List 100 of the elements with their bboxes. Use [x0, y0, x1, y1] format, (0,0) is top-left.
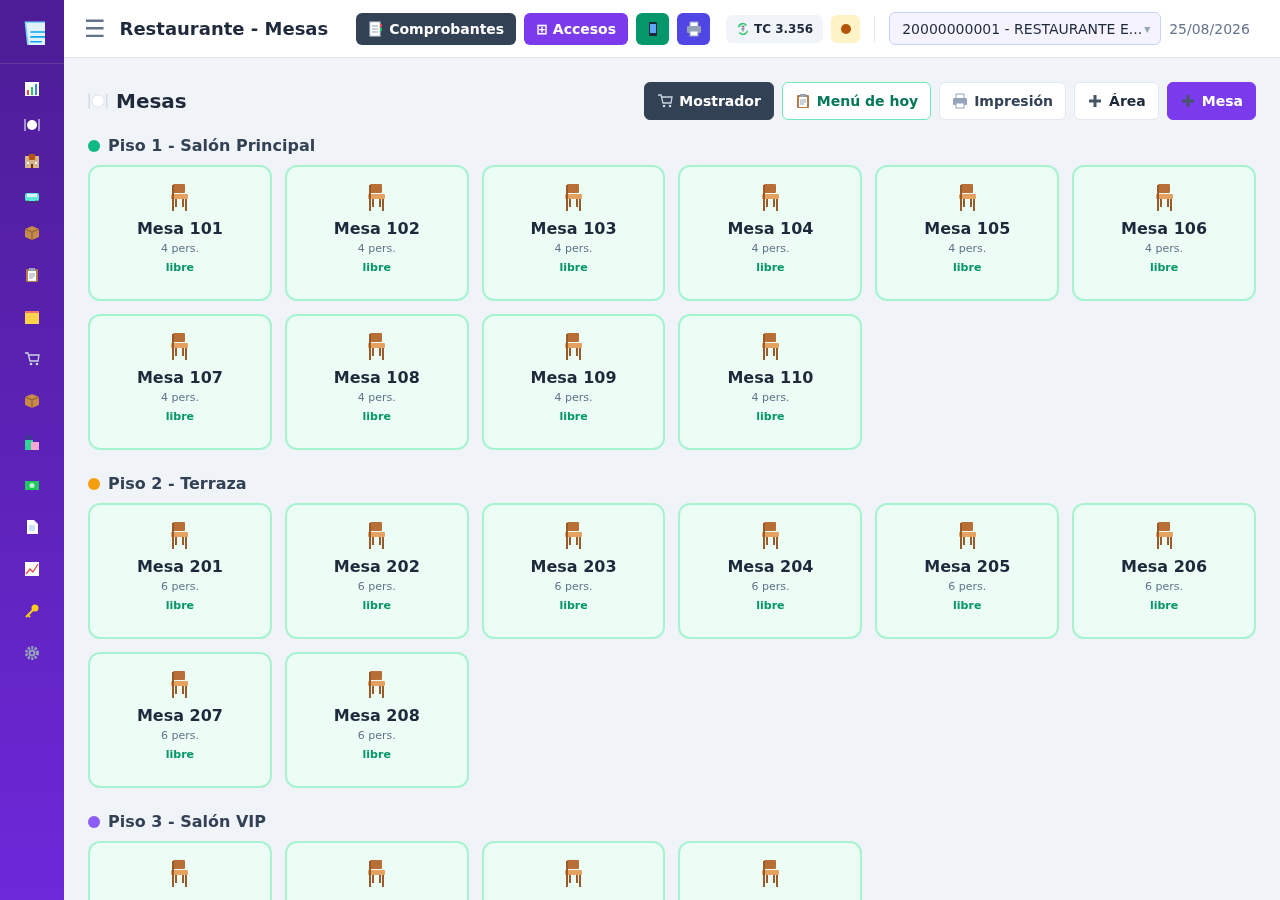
- caret-icon: ▾: [1144, 21, 1151, 36]
- table-name: Mesa 103: [530, 219, 617, 238]
- status-text: libre: [165, 748, 195, 761]
- key-icon[interactable]: [24, 603, 40, 619]
- table-name: Mesa 207: [136, 706, 223, 725]
- menu-today-button[interactable]: Menú de hoy: [781, 82, 932, 120]
- table-name: Mesa 203: [530, 557, 617, 576]
- capacity-text: 6 pers.: [357, 580, 396, 593]
- status-text: libre: [559, 599, 588, 612]
- table-name: Mesa 206: [1121, 557, 1208, 576]
- table-card[interactable]: Mesa 202 6 pers. libre: [284, 503, 469, 639]
- table-card[interactable]: Mesa 204 6 pers. libre: [678, 503, 863, 639]
- cart-icon: [657, 93, 674, 109]
- building-icon[interactable]: [24, 153, 40, 169]
- table-card[interactable]: Mesa 208 6 pers. libre: [284, 652, 469, 788]
- plate-icon[interactable]: [24, 117, 40, 133]
- table-card[interactable]: Mesa 105 4 pers. libre: [875, 165, 1060, 301]
- box-icon[interactable]: [24, 393, 40, 409]
- status-text: libre: [559, 410, 588, 423]
- status-text: libre: [1149, 261, 1179, 274]
- status-text: libre: [559, 261, 588, 274]
- phone-button[interactable]: [636, 12, 670, 45]
- table-card[interactable]: Mesa 205 6 pers. libre: [875, 503, 1060, 639]
- exchange-rate: TC 3.356: [754, 21, 814, 36]
- capacity-text: 6 pers.: [948, 580, 987, 593]
- table-card[interactable]: Mesa 207 6 pers. libre: [88, 652, 272, 788]
- status-text: libre: [756, 599, 785, 612]
- table-name: Mesa 205: [924, 557, 1011, 576]
- status-text: libre: [1149, 599, 1179, 612]
- capacity-text: 4 pers.: [948, 242, 987, 255]
- table-card[interactable]: Mesa 103 4 pers. libre: [481, 165, 666, 301]
- plus-icon: [1179, 93, 1196, 109]
- print-button[interactable]: Impresión: [939, 82, 1067, 120]
- table-card[interactable]: Mesa 106 4 pers. libre: [1072, 165, 1256, 301]
- status-text: libre: [756, 261, 785, 274]
- settings-icon[interactable]: [24, 645, 40, 661]
- table-name: Mesa 104: [727, 219, 814, 238]
- table-name: Mesa 107: [136, 368, 223, 387]
- table-name: Mesa 108: [333, 368, 420, 387]
- capacity-text: 4 pers.: [554, 242, 593, 255]
- capacity-text: 4 pers.: [357, 242, 396, 255]
- capacity-text: 6 pers.: [357, 729, 396, 742]
- shortcuts-button[interactable]: ⊞ Accesos: [524, 12, 629, 45]
- table-name: Mesa 106: [1121, 219, 1208, 238]
- capacity-text: 4 pers.: [160, 242, 199, 255]
- status-dot: [840, 23, 851, 34]
- status-text: libre: [953, 599, 982, 612]
- print-button[interactable]: [677, 12, 711, 45]
- plus-icon: [1087, 93, 1104, 109]
- counter-button[interactable]: Mostrador: [644, 82, 774, 120]
- status-text: libre: [362, 748, 391, 761]
- area-title: Piso 1 - Salón Principal: [108, 136, 316, 155]
- capacity-text: 6 pers.: [1145, 580, 1184, 593]
- add-area-button[interactable]: Área: [1074, 82, 1159, 120]
- table-card[interactable]: Mesa 104 4 pers. libre: [678, 165, 863, 301]
- table-name: Mesa 105: [924, 219, 1011, 238]
- exchange-icon: [736, 21, 751, 36]
- clipboard-icon[interactable]: [24, 267, 40, 283]
- status-text: libre: [165, 261, 195, 274]
- status-text: libre: [165, 410, 195, 423]
- table-name: Mesa 109: [530, 368, 617, 387]
- bar-chart-icon[interactable]: [24, 81, 40, 97]
- table-card[interactable]: Mesa 107 4 pers. libre: [88, 314, 272, 450]
- status-text: libre: [756, 410, 785, 423]
- clipboard-icon: [794, 93, 811, 109]
- document-icon: [368, 20, 385, 37]
- capacity-text: 4 pers.: [357, 391, 396, 404]
- table-card[interactable]: Mesa 101 4 pers. libre: [88, 165, 272, 301]
- menu-button[interactable]: ☰: [84, 16, 106, 41]
- printer-icon: [685, 20, 702, 37]
- table-card[interactable]: Mesa 108 4 pers. libre: [284, 314, 469, 450]
- table-card[interactable]: Mesa 201 6 pers. libre: [88, 503, 272, 639]
- printer-icon: [952, 93, 969, 109]
- capacity-text: 4 pers.: [160, 391, 199, 404]
- receipts-button[interactable]: Comprobantes: [356, 12, 517, 45]
- status-text: libre: [165, 599, 195, 612]
- table-name: Mesa 110: [727, 368, 814, 387]
- add-table-button[interactable]: Mesa: [1166, 82, 1256, 120]
- shopping-bags-icon[interactable]: [24, 435, 40, 451]
- table-card[interactable]: Mesa 102 4 pers. libre: [284, 165, 469, 301]
- line-chart-icon[interactable]: [24, 561, 40, 577]
- cart-icon[interactable]: [24, 351, 40, 367]
- folder-icon[interactable]: [24, 309, 40, 325]
- area-title: Piso 2 - Terraza: [108, 474, 247, 493]
- capacity-text: 6 pers.: [554, 580, 593, 593]
- status-text: libre: [953, 261, 982, 274]
- table-card[interactable]: Mesa 110 4 pers. libre: [678, 314, 863, 450]
- table-card[interactable]: Mesa 109 4 pers. libre: [481, 314, 666, 450]
- capacity-text: 6 pers.: [751, 580, 790, 593]
- document-icon[interactable]: [24, 519, 40, 535]
- table-card[interactable]: Mesa 203 6 pers. libre: [481, 503, 666, 639]
- table-name: Mesa 208: [333, 706, 420, 725]
- date-text: 25/08/2026: [1169, 20, 1250, 37]
- capacity-text: 4 pers.: [554, 391, 593, 404]
- box-icon[interactable]: [24, 225, 40, 241]
- table-name: Mesa 201: [136, 557, 223, 576]
- company-select[interactable]: 20000000001 - RESTAURANTE E...▾: [889, 12, 1162, 45]
- status-text: libre: [362, 599, 391, 612]
- table-name: Mesa 101: [136, 219, 223, 238]
- table-card[interactable]: Mesa 206 6 pers. libre: [1072, 503, 1256, 639]
